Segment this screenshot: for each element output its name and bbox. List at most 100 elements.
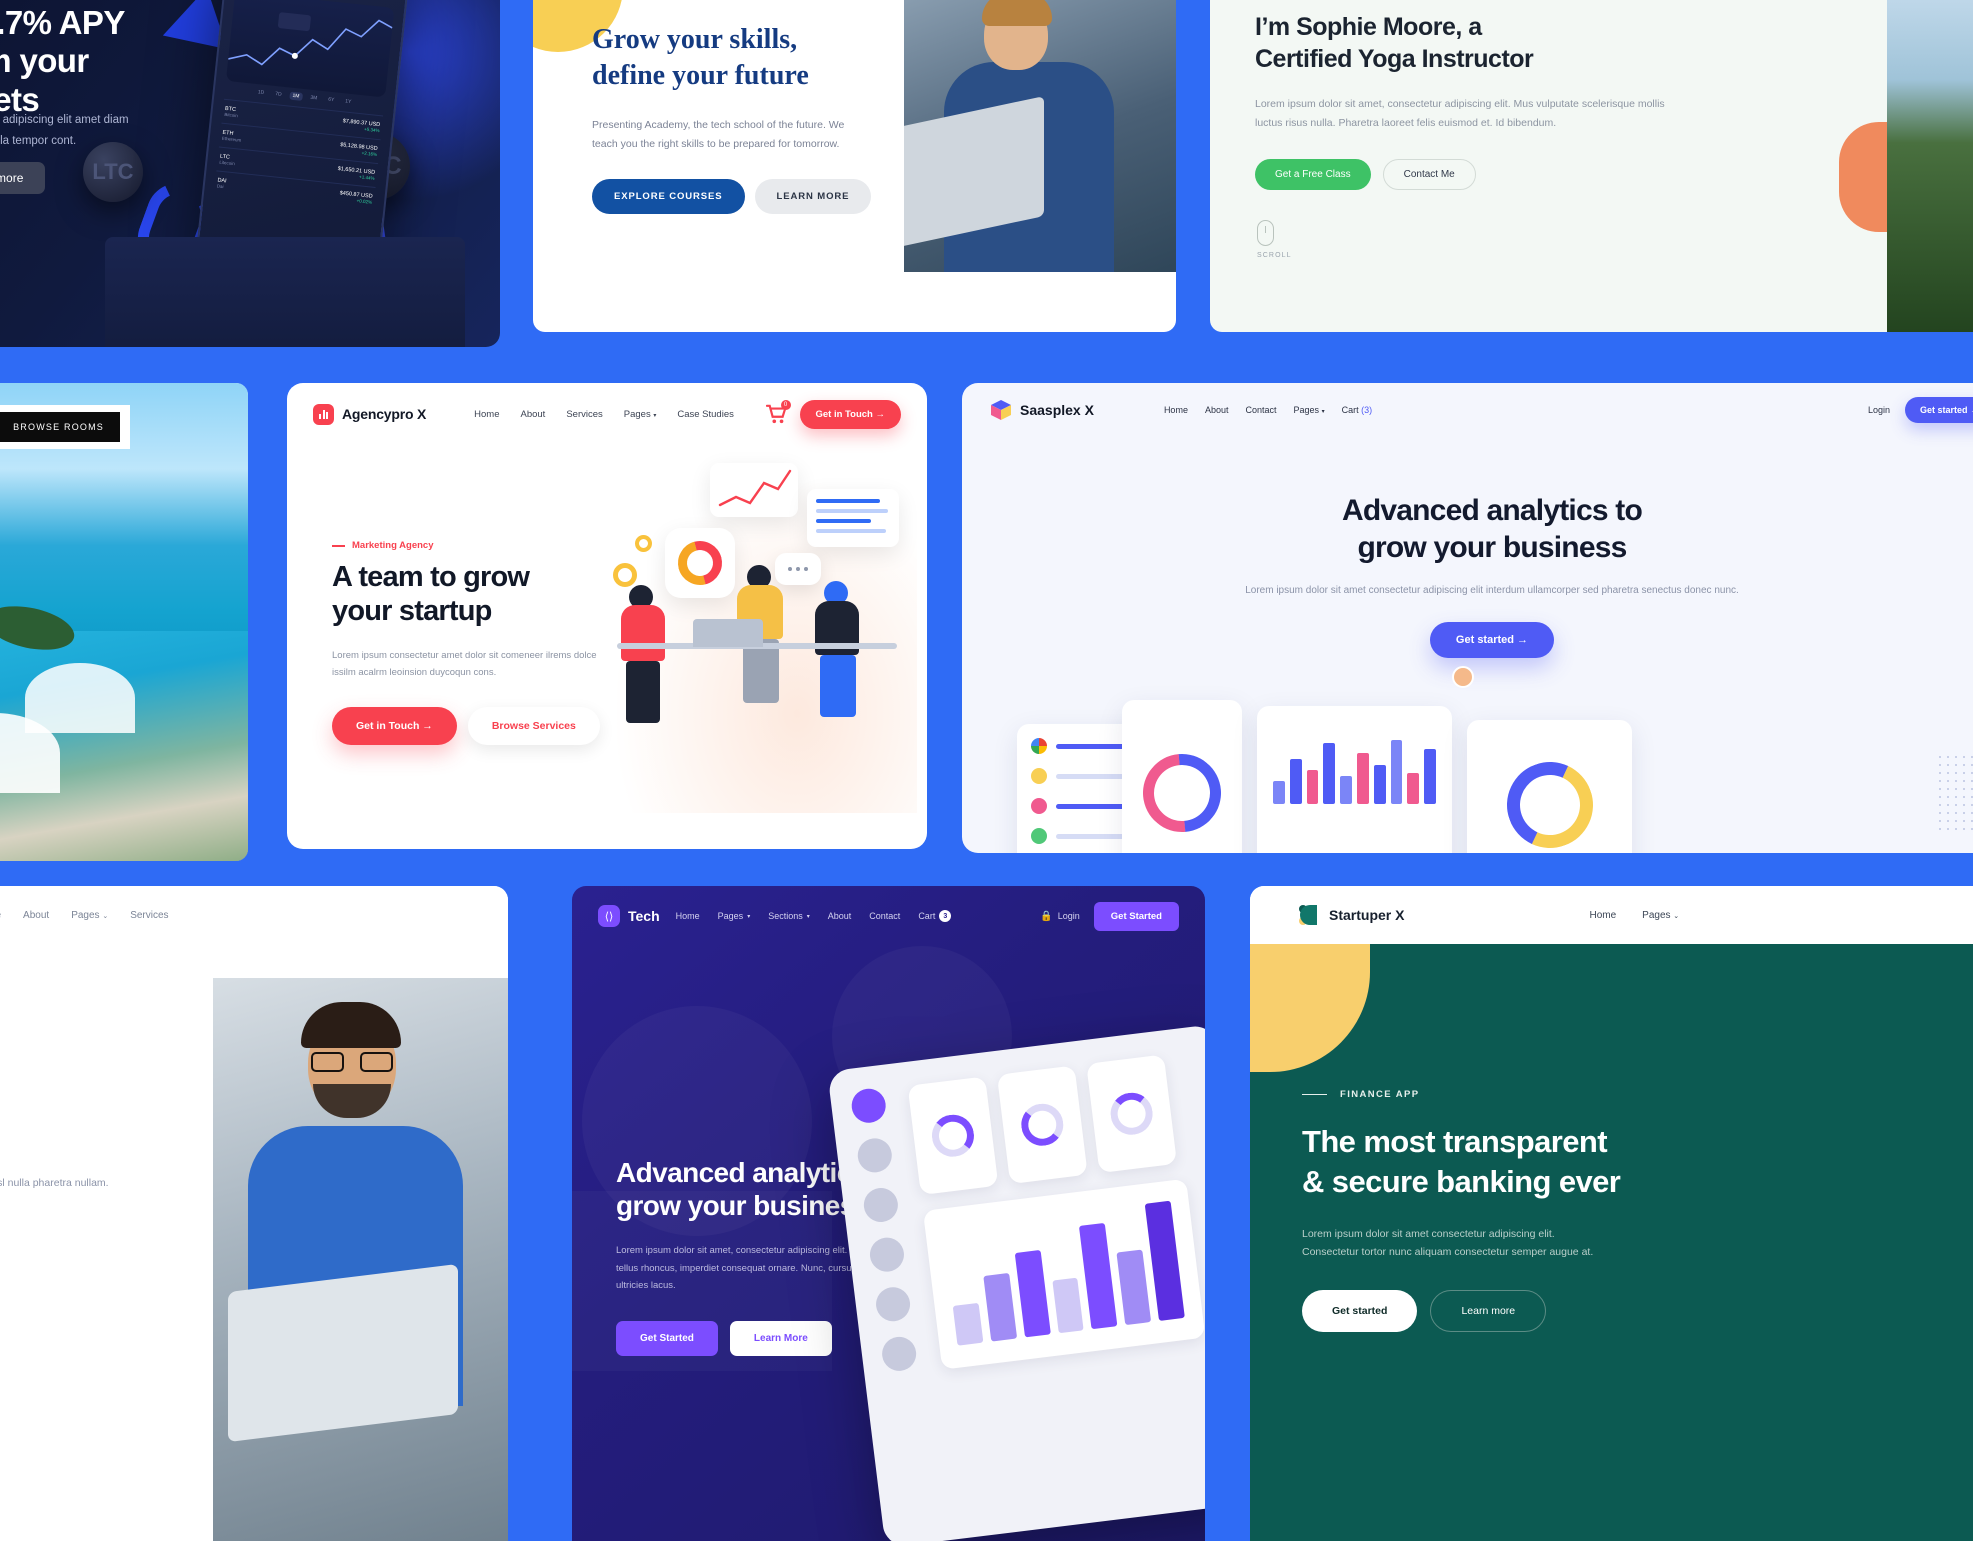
nav-item-cart[interactable]: Cart 3 bbox=[918, 910, 952, 922]
metric-card bbox=[1086, 1054, 1178, 1174]
nav-item-contact[interactable]: Contact bbox=[869, 910, 900, 922]
nav-item-home[interactable]: Home bbox=[1589, 910, 1616, 921]
nav-item-home[interactable]: Home bbox=[676, 910, 700, 922]
yoga-hero-content: I’m Sophie Moore, a Certified Yoga Instr… bbox=[1255, 12, 1675, 191]
agencyx-template-card[interactable]: ncy X Home About Pages ⌄ Services y to t… bbox=[0, 886, 508, 1541]
saasplex-hero-content: Advanced analytics to grow your business… bbox=[962, 493, 1973, 658]
academy-template-card[interactable]: Grow your skills, define your future Pre… bbox=[533, 0, 1176, 332]
rail-item[interactable] bbox=[868, 1235, 906, 1274]
person-hair bbox=[982, 0, 1052, 26]
hotel-template-card[interactable]: ts 1 CART BROWSE ROOMS bbox=[0, 383, 248, 861]
nav-item-home[interactable]: Home bbox=[0, 910, 1, 921]
login-link[interactable]: 🔒 Login bbox=[1040, 911, 1079, 922]
learn-more-button[interactable]: LEARN MORE bbox=[754, 179, 872, 215]
agencypro-nav-right: 0 Get in Touch → bbox=[765, 399, 901, 429]
tech-menu: Home Pages ▾ Sections ▾ About Contact Cart… bbox=[676, 910, 952, 922]
nav-item-case-studies[interactable]: Case Studies bbox=[677, 409, 734, 420]
explore-courses-button[interactable]: EXPLORE COURSES bbox=[592, 179, 745, 215]
nav-item-contact[interactable]: Contact bbox=[1245, 405, 1276, 415]
nav-item-pages[interactable]: Pages ⌄ bbox=[71, 910, 108, 921]
hotel-navbar: 1 CART BROWSE ROOMS bbox=[0, 405, 130, 449]
scroll-label: SCROLL bbox=[1257, 252, 1292, 259]
academy-paragraph: Presenting Academy, the tech school of t… bbox=[592, 118, 845, 150]
saasplex-template-card[interactable]: Saasplex X Home About Contact Pages ▾ Ca… bbox=[962, 383, 1973, 853]
rail-item[interactable] bbox=[861, 1186, 900, 1224]
browse-rooms-button[interactable]: BROWSE ROOMS bbox=[0, 412, 120, 442]
nav-item-about[interactable]: About bbox=[1205, 405, 1229, 415]
tech-brand: Tech bbox=[628, 908, 660, 924]
nav-item-cart[interactable]: Cart (3) bbox=[1342, 405, 1373, 415]
nav-item-pages[interactable]: Pages ▾ bbox=[624, 409, 657, 420]
nav-item-about[interactable]: About bbox=[23, 910, 49, 921]
yoga-template-card[interactable]: I’m Sophie Moore, a Certified Yoga Instr… bbox=[1210, 0, 1973, 332]
tech-dashboard-mockup bbox=[827, 1024, 1205, 1541]
range-option[interactable]: 6Y bbox=[325, 95, 338, 104]
nav-item-home[interactable]: Home bbox=[1164, 405, 1188, 415]
get-started-button[interactable]: Get Started bbox=[616, 1320, 718, 1356]
range-option-active[interactable]: 1M bbox=[289, 91, 303, 101]
lock-icon: 🔒 bbox=[1040, 910, 1053, 922]
nav-get-started-button[interactable]: Get started → bbox=[1904, 397, 1973, 423]
scroll-indicator[interactable]: SCROLL bbox=[1257, 220, 1292, 259]
startuper-hero: FINANCE APP The most transparent & secur… bbox=[1250, 944, 1973, 1541]
bar-chart-card bbox=[922, 1178, 1205, 1370]
yoga-landscape-photo bbox=[1887, 0, 1973, 332]
startuper-headline: The most transparent & secure banking ev… bbox=[1302, 1124, 1621, 1200]
nav-item-pages[interactable]: Pages ▾ bbox=[718, 910, 751, 922]
agencypro-template-card[interactable]: Agencypro X Home About Services Pages ▾ … bbox=[287, 383, 927, 849]
crypto-template-card[interactable]: to 5.7% APY from your assets consectetur… bbox=[0, 0, 500, 347]
rail-item-active[interactable] bbox=[849, 1086, 888, 1125]
agencypro-hero-content: Marketing Agency A team to grow your sta… bbox=[332, 540, 602, 746]
nav-item-services[interactable]: Services bbox=[130, 910, 168, 921]
academy-student-photo bbox=[904, 0, 1176, 272]
tech-template-card[interactable]: ⟨⟩ Tech Home Pages ▾ Sections ▾ About Cont… bbox=[572, 886, 1205, 1541]
rail-item[interactable] bbox=[880, 1334, 919, 1373]
nav-item-services[interactable]: Services bbox=[566, 409, 602, 420]
get-in-touch-button[interactable]: Get in Touch → bbox=[332, 707, 457, 746]
saasplex-dashboard-mockup: iOS Android bbox=[1017, 666, 1973, 853]
agencypro-menu: Home About Services Pages ▾ Case Studies bbox=[474, 409, 734, 420]
get-started-button[interactable]: Get started → bbox=[1429, 621, 1555, 658]
asset-name: Bitcoin bbox=[224, 111, 239, 119]
nav-item-pages[interactable]: Pages ▾ bbox=[1294, 405, 1325, 415]
browse-services-button[interactable]: Browse Services bbox=[467, 707, 600, 746]
donut-chart-card bbox=[665, 528, 735, 598]
get-started-button[interactable]: Get started bbox=[1302, 1290, 1418, 1333]
startuper-paragraph: Lorem ipsum dolor sit amet consectetur a… bbox=[1302, 1227, 1594, 1259]
list-card bbox=[807, 489, 899, 547]
crypto-learn-more-button[interactable]: Learn more bbox=[0, 162, 46, 194]
agencyx-navbar: ncy X Home About Pages ⌄ Services bbox=[0, 886, 508, 944]
range-option[interactable]: 1Y bbox=[342, 97, 355, 106]
learn-more-button[interactable]: Learn more bbox=[1430, 1290, 1547, 1333]
agencyx-paragraph: sit amet, consectetur adipiscing elit. M… bbox=[0, 1176, 109, 1189]
mouse-icon bbox=[1257, 220, 1274, 246]
chevron-down-icon: ▾ bbox=[806, 913, 810, 920]
nav-item-about[interactable]: About bbox=[521, 409, 546, 420]
nav-item-pages[interactable]: Pages ⌄ bbox=[1642, 910, 1679, 921]
nav-get-in-touch-button[interactable]: Get in Touch → bbox=[799, 399, 901, 429]
nav-item-about[interactable]: About bbox=[828, 910, 852, 922]
line-chart-card bbox=[710, 463, 798, 517]
nav-item-sections[interactable]: Sections ▾ bbox=[768, 910, 810, 922]
startuper-navbar: Startuper X Home Pages ⌄ bbox=[1250, 886, 1973, 944]
person-illustration bbox=[815, 581, 859, 717]
learn-more-button[interactable]: Learn More bbox=[729, 1320, 832, 1356]
startuper-template-card[interactable]: Startuper X Home Pages ⌄ FINANCE APP The… bbox=[1250, 886, 1973, 1541]
dash-icon bbox=[1302, 1093, 1327, 1096]
range-option[interactable]: 1D bbox=[254, 88, 267, 97]
ring-chart-panel bbox=[1467, 720, 1632, 853]
startuper-menu: Home Pages ⌄ bbox=[1589, 910, 1679, 921]
gear-icon bbox=[613, 563, 637, 587]
nav-item-home[interactable]: Home bbox=[474, 409, 499, 420]
rail-item[interactable] bbox=[874, 1285, 913, 1324]
range-option[interactable]: 3M bbox=[307, 93, 321, 102]
contact-me-button[interactable]: Contact Me bbox=[1382, 159, 1476, 191]
rail-item[interactable] bbox=[855, 1136, 894, 1175]
range-option[interactable]: 7D bbox=[272, 90, 285, 99]
nav-get-started-button[interactable]: Get Started bbox=[1093, 901, 1179, 931]
cart-icon[interactable]: 0 bbox=[765, 400, 791, 424]
tech-navbar: ⟨⟩ Tech Home Pages ▾ Sections ▾ About Cont… bbox=[572, 886, 1205, 946]
get-free-class-button[interactable]: Get a Free Class bbox=[1255, 159, 1371, 191]
avatar bbox=[1452, 666, 1474, 688]
login-link[interactable]: Login bbox=[1868, 405, 1890, 415]
